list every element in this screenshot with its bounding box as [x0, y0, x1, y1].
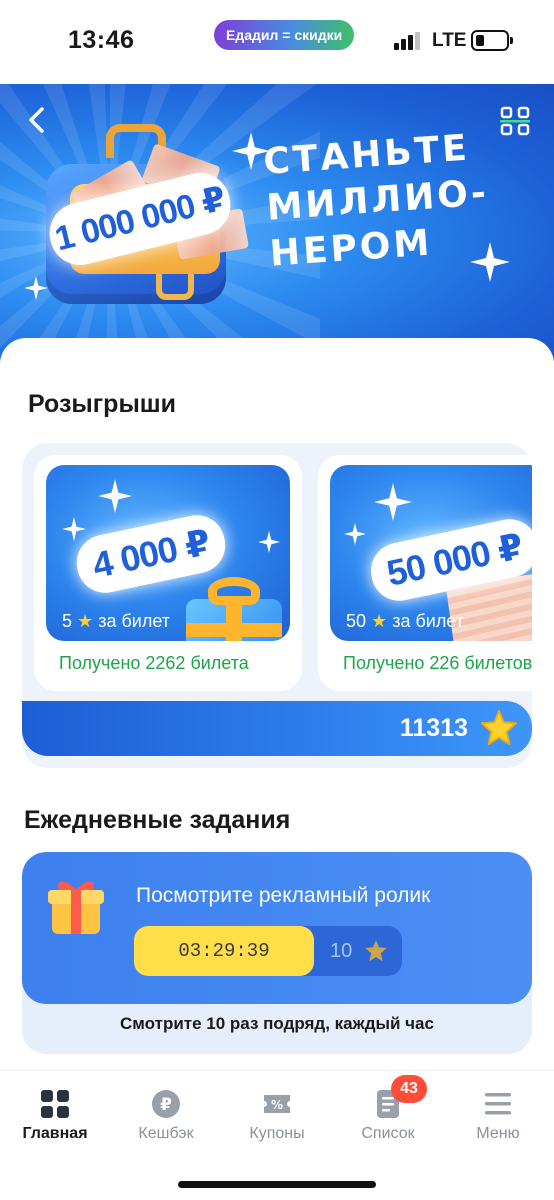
daily-tasks-title: Ежедневные задания	[24, 806, 291, 834]
nav-item-list[interactable]: 43 Список	[333, 1075, 443, 1149]
ticket-price: 5 ★ за билет	[62, 611, 170, 631]
star-icon	[480, 709, 518, 746]
signal-icon	[394, 32, 420, 50]
home-grid-icon	[41, 1090, 69, 1118]
daily-task-card[interactable]: Посмотрите рекламный ролик 03:29:39 10 С…	[22, 852, 532, 1054]
nav-label: Меню	[476, 1125, 520, 1142]
star-icon	[365, 940, 387, 962]
promo-banner[interactable]: 1 000 000 ₽ СТАНЬТЕ МИЛЛИО- НЕРОМ	[0, 84, 554, 364]
raffle-card[interactable]: 4 000 ₽ 5 ★ за билет Получено 2262 билет…	[34, 455, 302, 691]
task-reward: 10	[330, 940, 353, 962]
nav-item-home[interactable]: Главная	[0, 1089, 110, 1149]
raffles-title: Розыгрыши	[28, 390, 177, 418]
list-count-badge: 43	[391, 1075, 427, 1103]
ticket-price: 50 ★ за билет	[346, 611, 464, 631]
gift-icon	[48, 881, 104, 934]
tickets-received: Получено 226 билетов	[343, 653, 532, 673]
stars-balance-bar[interactable]: 11313	[22, 701, 532, 756]
network-label: LTE	[432, 30, 467, 51]
promo-pill[interactable]: Едадил = скидки	[214, 20, 355, 50]
status-time: 13:46	[68, 26, 135, 54]
svg-text:₽: ₽	[160, 1095, 172, 1115]
task-title: Посмотрите рекламный ролик	[136, 884, 431, 907]
sparkle-icon	[62, 517, 86, 541]
svg-text:%: %	[271, 1098, 283, 1112]
nav-item-menu[interactable]: Меню	[443, 1089, 553, 1149]
raffle-image: 50 000 ₽ 50 ★ за билет	[330, 465, 532, 641]
ruble-coin-icon: ₽	[152, 1090, 180, 1118]
nav-label: Главная	[22, 1125, 88, 1142]
sparkle-icon	[232, 132, 270, 170]
main-content: Розыгрыши 4 000 ₽ 5 ★ за билет Получено …	[0, 338, 554, 1078]
nav-label: Купоны	[249, 1125, 305, 1142]
sparkle-icon	[24, 276, 48, 300]
hamburger-menu-icon	[485, 1093, 511, 1115]
tickets-received: Получено 2262 билета	[59, 653, 249, 673]
sparkle-icon	[374, 483, 412, 521]
task-timer: 03:29:39	[134, 926, 314, 976]
gift-box-illustration	[186, 577, 286, 641]
star-icon: ★	[371, 611, 388, 631]
nav-item-coupons[interactable]: % Купоны	[222, 1089, 332, 1149]
sparkle-icon	[98, 479, 132, 513]
sparkle-icon	[258, 531, 280, 553]
raffle-image: 4 000 ₽ 5 ★ за билет	[46, 465, 290, 641]
star-icon: ★	[77, 611, 94, 631]
raffles-carousel[interactable]: 4 000 ₽ 5 ★ за билет Получено 2262 билет…	[34, 455, 532, 691]
sparkle-icon	[470, 242, 510, 282]
nav-label: Список	[361, 1125, 415, 1142]
nav-label: Кешбэк	[138, 1125, 194, 1142]
raffle-card[interactable]: 50 000 ₽ 50 ★ за билет Получено 226 биле…	[318, 455, 532, 691]
home-indicator	[178, 1181, 376, 1188]
raffles-panel: 4 000 ₽ 5 ★ за билет Получено 2262 билет…	[22, 443, 532, 768]
status-bar: 13:46 Едадил = скидки LTE	[0, 0, 554, 84]
coupon-percent-icon: %	[264, 1095, 290, 1113]
battery-icon	[471, 30, 513, 51]
task-progress[interactable]: 03:29:39 10	[134, 926, 402, 976]
stars-balance: 11313	[399, 714, 468, 742]
task-note: Смотрите 10 раз подряд, каждый час	[120, 1014, 434, 1033]
nav-item-cashback[interactable]: ₽ Кешбэк	[111, 1089, 221, 1149]
sparkle-icon	[344, 523, 366, 545]
